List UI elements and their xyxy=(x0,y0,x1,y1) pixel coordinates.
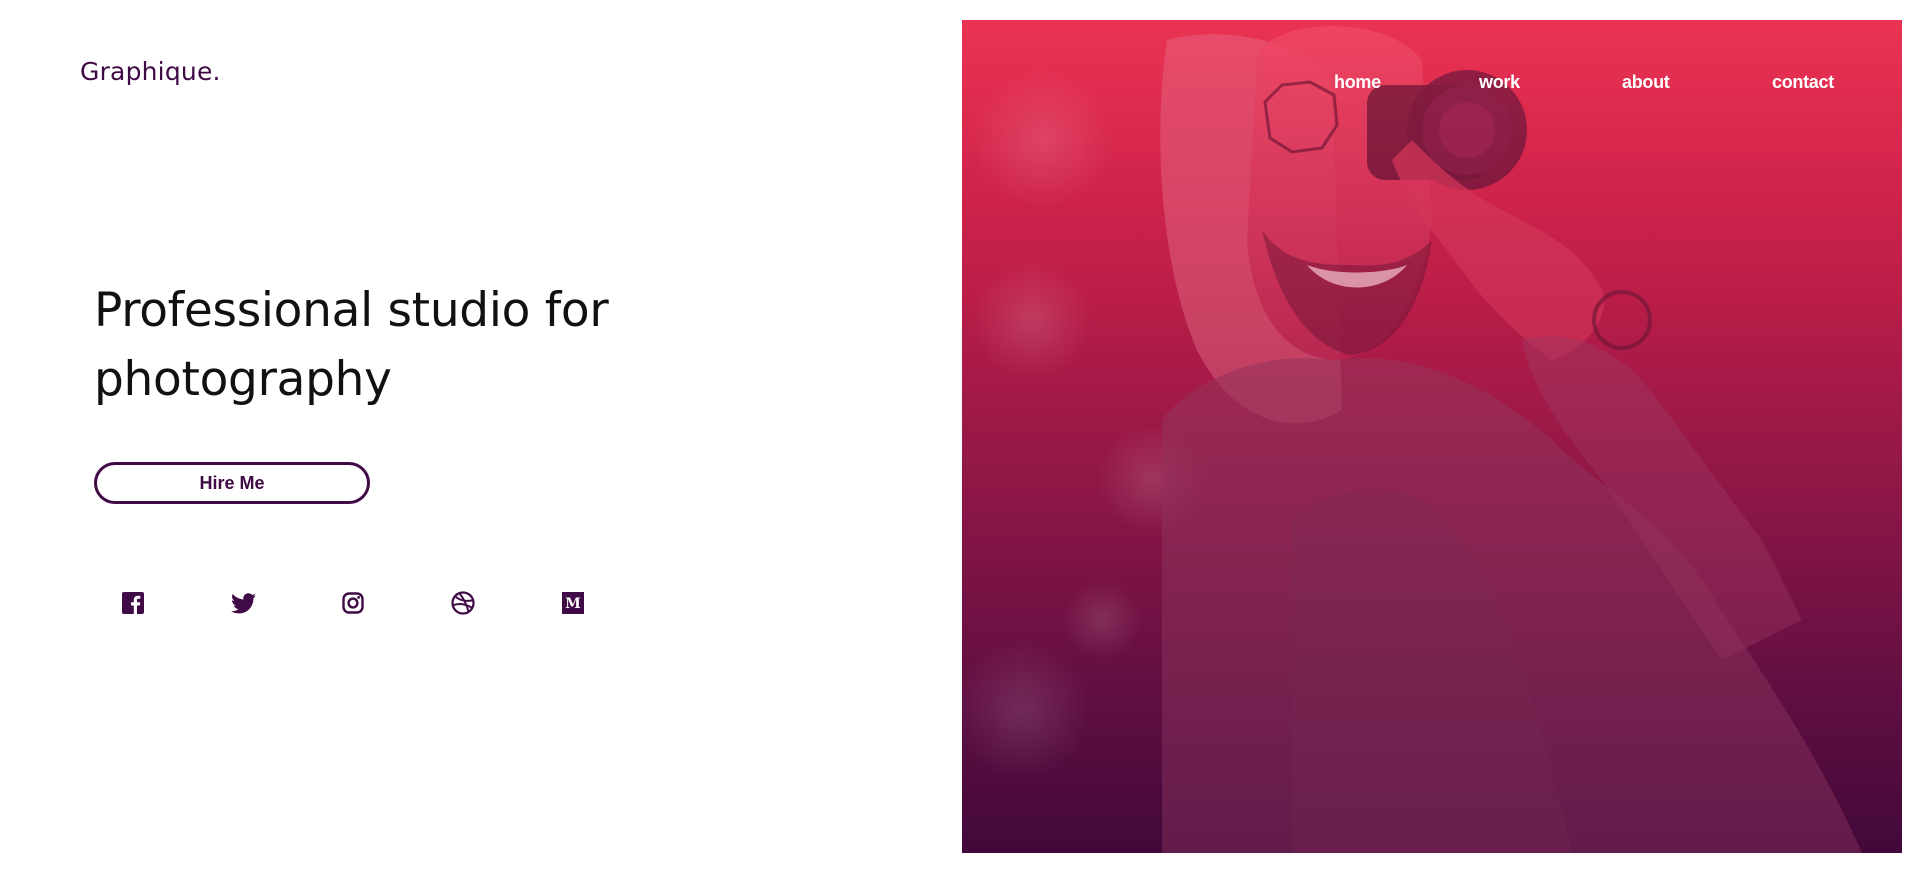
brand-logo[interactable]: Graphique. xyxy=(80,57,221,86)
hero-color-overlay xyxy=(962,20,1902,853)
nav-home[interactable]: home xyxy=(1334,72,1381,93)
svg-text:M: M xyxy=(565,596,581,612)
hero-image: home work about contact xyxy=(962,20,1902,853)
medium-link[interactable]: M xyxy=(558,588,588,618)
main-nav: home work about contact xyxy=(962,72,1902,102)
facebook-icon xyxy=(122,592,144,614)
twitter-link[interactable] xyxy=(228,588,258,618)
dribbble-link[interactable] xyxy=(448,588,478,618)
nav-work[interactable]: work xyxy=(1479,72,1520,93)
instagram-icon xyxy=(342,592,364,614)
instagram-link[interactable] xyxy=(338,588,368,618)
dribbble-icon xyxy=(451,591,475,615)
medium-icon: M xyxy=(562,592,584,614)
facebook-link[interactable] xyxy=(118,588,148,618)
hero-headline: Professional studio for photography xyxy=(94,283,609,407)
nav-about[interactable]: about xyxy=(1622,72,1670,93)
nav-contact[interactable]: contact xyxy=(1772,72,1834,93)
landing-page: Graphique. Professional studio for photo… xyxy=(0,0,1915,872)
hire-me-button[interactable]: Hire Me xyxy=(94,462,370,504)
twitter-icon xyxy=(230,592,256,613)
